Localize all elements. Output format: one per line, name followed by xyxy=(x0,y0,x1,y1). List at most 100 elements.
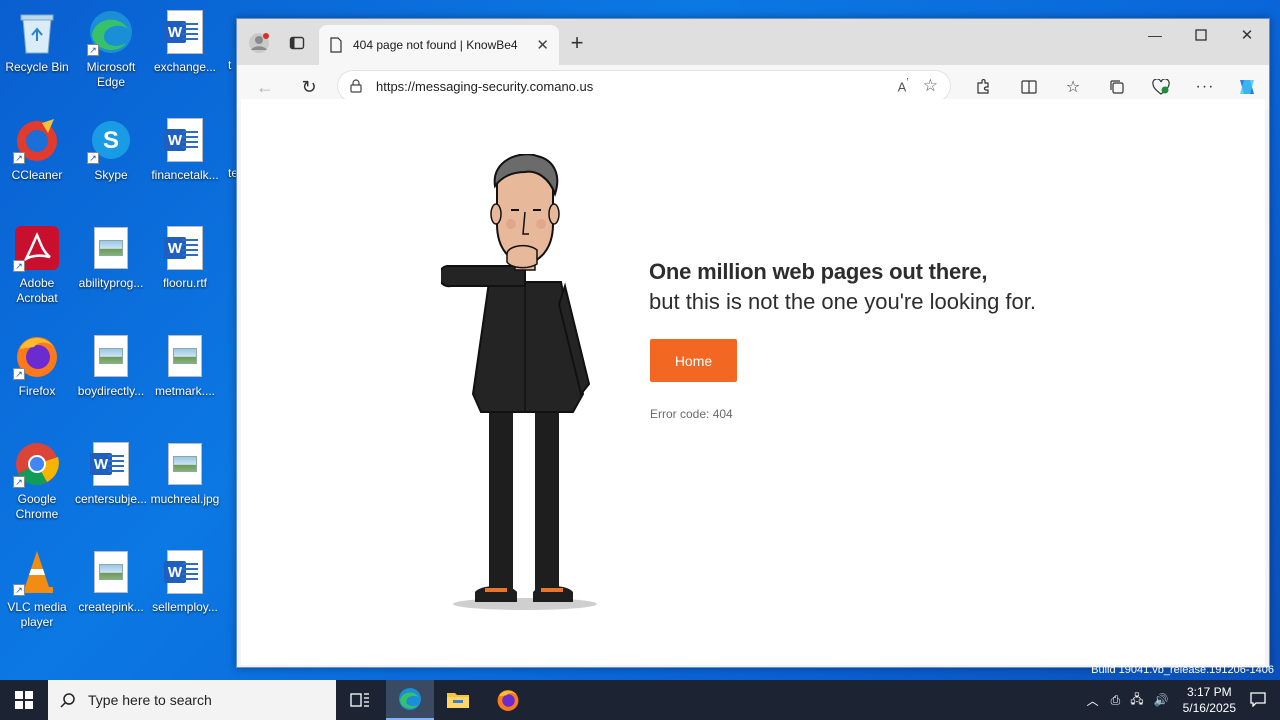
tab-title: 404 page not found | KnowBe4 xyxy=(353,38,518,52)
taskbar-search[interactable]: Type here to search xyxy=(48,680,336,720)
headline-line1: One million web pages out there, xyxy=(649,259,988,284)
notification-icon[interactable] xyxy=(1250,691,1266,710)
taskbar-edge[interactable] xyxy=(386,680,434,720)
browser-window: 404 page not found | KnowBe4 ✕ + — ✕ ← ↻… xyxy=(236,18,1270,668)
clock[interactable]: 3:17 PM 5/16/2025 xyxy=(1183,684,1236,716)
new-tab-icon[interactable]: + xyxy=(561,27,593,59)
windows-logo-icon xyxy=(15,691,33,709)
edge-icon: ↗ xyxy=(87,8,135,56)
minimize-icon[interactable]: — xyxy=(1139,19,1171,51)
page-icon xyxy=(330,37,342,53)
desktop-icon-label: Google Chrome xyxy=(15,492,59,521)
lock-icon xyxy=(350,79,362,93)
desktop-icon-label: metmark.... xyxy=(154,384,215,398)
network-icon[interactable]: 🖧 xyxy=(1130,690,1143,711)
desktop-icon-metmark[interactable]: metmark.... xyxy=(148,332,222,399)
desktop-icon-skype[interactable]: S ↗ Skype xyxy=(74,116,148,183)
image-file-icon xyxy=(87,224,135,272)
desktop-icon-adobe-acrobat[interactable]: ↗ Adobe Acrobat xyxy=(0,224,74,306)
desktop-icon-microsoft-edge[interactable]: ↗ Microsoft Edge xyxy=(74,8,148,90)
firefox-icon: ↗ xyxy=(13,332,61,380)
desktop-icon-google-chrome[interactable]: ↗ Google Chrome xyxy=(0,440,74,522)
address-bar[interactable]: https://messaging-security.comano.us Aʼ … xyxy=(337,70,951,102)
svg-text:S: S xyxy=(103,127,119,154)
shortcut-arrow-icon: ↗ xyxy=(13,476,25,488)
chevron-up-icon[interactable]: ︿ xyxy=(1087,692,1099,709)
profile-avatar-icon[interactable] xyxy=(243,27,275,59)
edge-icon xyxy=(399,688,421,710)
word-document-icon: W xyxy=(161,548,209,596)
shortcut-arrow-icon: ↗ xyxy=(13,152,25,164)
image-file-icon xyxy=(87,548,135,596)
taskbar: Type here to search ︿ ⎙ 🖧 🔊 3:17 PM 5/16… xyxy=(0,680,1280,720)
desktop-icon-label: exchange... xyxy=(153,60,217,74)
vlc-cone-icon: ↗ xyxy=(13,548,61,596)
clock-time: 3:17 PM xyxy=(1186,685,1232,699)
shortcut-arrow-icon: ↗ xyxy=(13,368,25,380)
desktop-icon-label: Recycle Bin xyxy=(5,60,69,74)
tab-actions-icon[interactable] xyxy=(281,27,313,59)
desktop-icon-label: Microsoft Edge xyxy=(86,60,136,89)
desktop-icon-abilityprog[interactable]: abilityprog... xyxy=(74,224,148,291)
url-text: https://messaging-security.comano.us xyxy=(376,78,594,94)
confused-man-illustration xyxy=(441,154,597,610)
favorite-star-icon[interactable]: ☆ xyxy=(923,76,938,96)
desktop-icon-muchreal[interactable]: muchreal.jpg xyxy=(148,440,222,507)
desktop-icon-label: abilityprog... xyxy=(78,276,144,290)
desktop-icon-firefox[interactable]: ↗ Firefox xyxy=(0,332,74,399)
word-document-icon: W xyxy=(87,440,135,488)
skype-icon: S ↗ xyxy=(87,116,135,164)
task-view-button[interactable] xyxy=(336,680,384,720)
taskbar-file-explorer[interactable] xyxy=(434,680,482,720)
word-document-icon: W xyxy=(161,224,209,272)
desktop-icon-exchange[interactable]: W exchange... xyxy=(148,8,222,75)
desktop-icon-boydirectly[interactable]: boydirectly... xyxy=(74,332,148,399)
close-window-icon[interactable]: ✕ xyxy=(1231,19,1263,51)
volume-icon[interactable]: 🔊 xyxy=(1154,693,1169,707)
desktop-icon-label: CCleaner xyxy=(11,168,63,182)
task-view-icon xyxy=(350,693,369,707)
adobe-acrobat-icon: ↗ xyxy=(13,224,61,272)
error-headline: One million web pages out there, but thi… xyxy=(649,259,1036,315)
clock-date: 5/16/2025 xyxy=(1182,701,1236,715)
desktop-icon-vlc[interactable]: ↗ VLC media player xyxy=(0,548,74,630)
desktop-icon-flooru[interactable]: W flooru.rtf xyxy=(148,224,222,291)
desktop-icon-label: flooru.rtf xyxy=(162,276,207,290)
desktop-icon-label: Firefox xyxy=(18,384,56,398)
close-tab-icon[interactable]: ✕ xyxy=(536,36,549,54)
tab-active[interactable]: 404 page not found | KnowBe4 ✕ xyxy=(319,25,559,65)
desktop-icon-recycle-bin[interactable]: Recycle Bin xyxy=(0,8,74,75)
desktop-icon-centersubje[interactable]: W centersubje... xyxy=(74,440,148,507)
image-file-icon xyxy=(87,332,135,380)
word-document-icon: W xyxy=(161,116,209,164)
shortcut-arrow-icon: ↗ xyxy=(87,44,99,56)
taskbar-firefox[interactable] xyxy=(484,680,532,720)
desktop-icon-label: VLC media player xyxy=(7,600,67,629)
desktop-icon-label: sellemploy... xyxy=(152,600,218,614)
home-button[interactable]: Home xyxy=(650,339,737,382)
desktop-icon-label: boydirectly... xyxy=(77,384,145,398)
start-button[interactable] xyxy=(0,680,48,720)
chrome-icon: ↗ xyxy=(13,440,61,488)
error-code: Error code: 404 xyxy=(650,407,733,421)
shortcut-arrow-icon: ↗ xyxy=(87,152,99,164)
maximize-icon[interactable] xyxy=(1185,19,1217,51)
headline-line2: but this is not the one you're looking f… xyxy=(649,289,1036,314)
image-file-icon xyxy=(161,332,209,380)
search-icon xyxy=(60,693,75,708)
recycle-bin-icon xyxy=(13,8,61,56)
desktop-icon-label: createpink... xyxy=(78,600,144,614)
desktop-icon-label: muchreal.jpg xyxy=(150,492,220,506)
desktop-icon-label: Skype xyxy=(94,168,128,182)
desktop-icon-label: Adobe Acrobat xyxy=(16,276,58,305)
desktop-icon-financetalk[interactable]: W financetalk... xyxy=(148,116,222,183)
read-aloud-icon[interactable]: Aʼ xyxy=(898,77,909,94)
build-info: Build 19041.vb_release.191206-1406 xyxy=(1091,664,1274,676)
image-file-icon xyxy=(161,440,209,488)
desktop-icon-createpink[interactable]: createpink... xyxy=(74,548,148,615)
firefox-icon xyxy=(497,690,519,711)
desktop-icon-ccleaner[interactable]: ↗ CCleaner xyxy=(0,116,74,183)
folder-icon xyxy=(447,693,469,708)
device-icon[interactable]: ⎙ xyxy=(1111,693,1121,708)
desktop-icon-sellemploy[interactable]: W sellemploy... xyxy=(148,548,222,615)
